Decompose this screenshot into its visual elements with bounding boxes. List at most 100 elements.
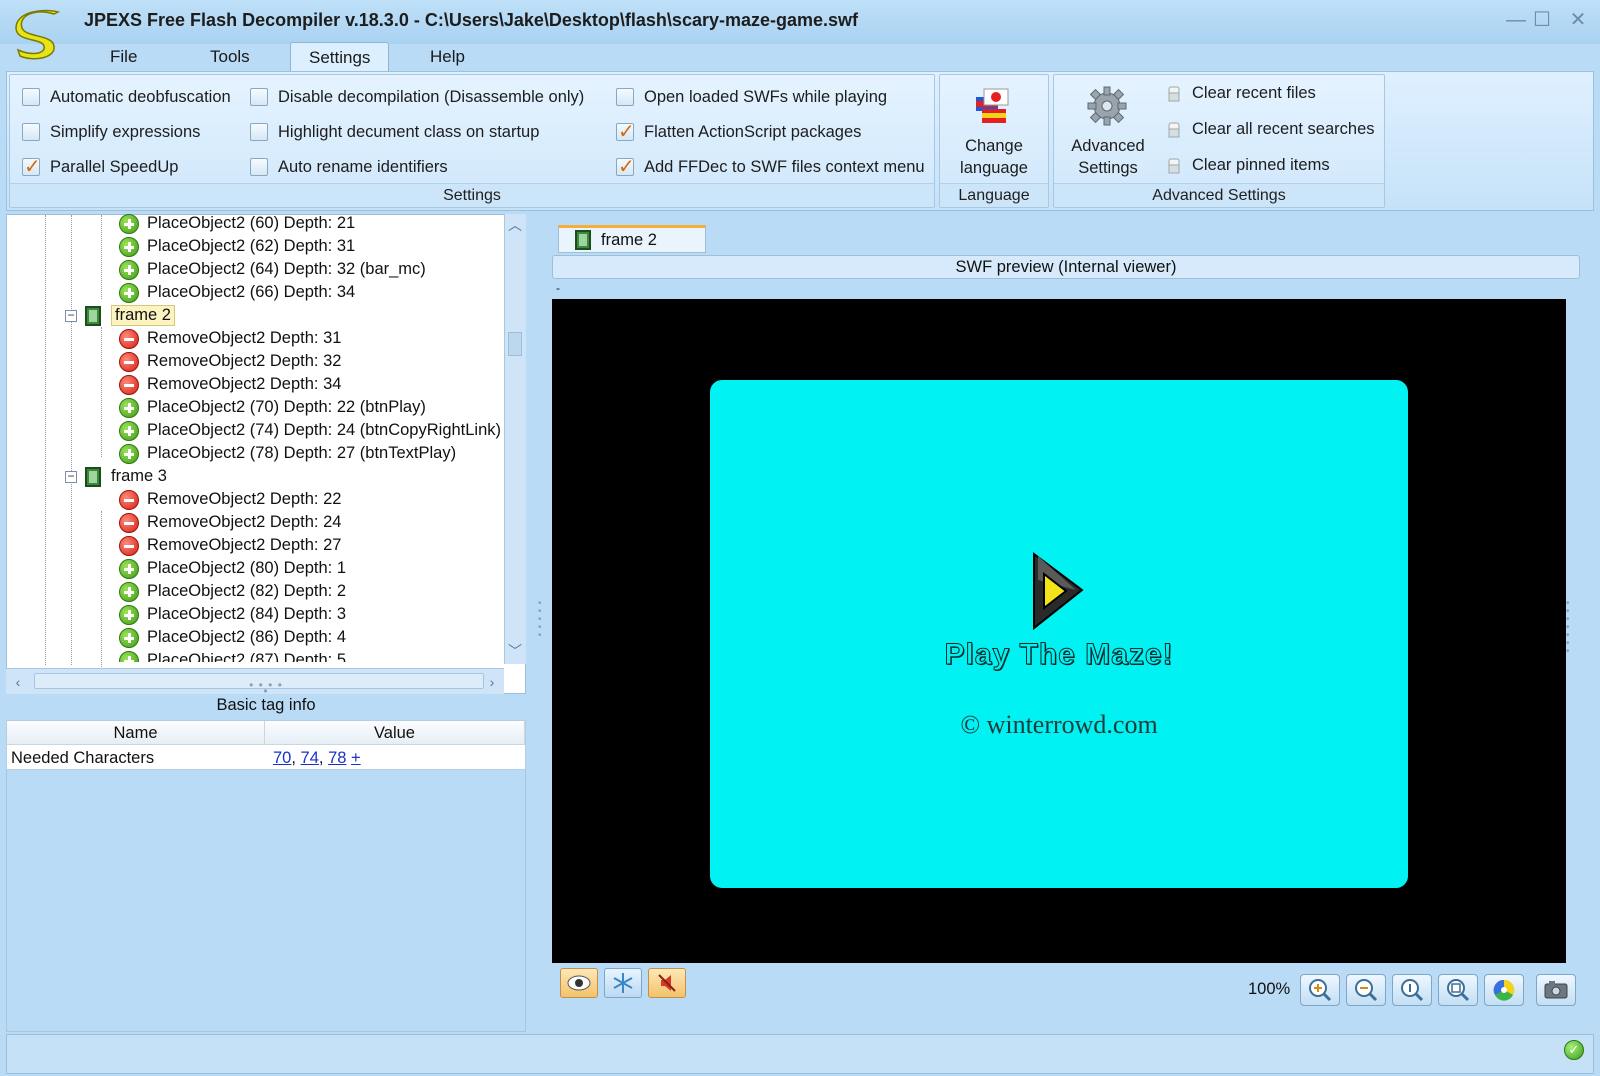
clear-all-recent-searches-label: Clear all recent searches	[1192, 119, 1375, 138]
scroll-left-arrow-icon[interactable]: ‹	[8, 671, 28, 693]
tree-node[interactable]: PlaceObject2 (60) Depth: 21	[119, 212, 355, 235]
tree-node[interactable]: PlaceObject2 (82) Depth: 2	[119, 580, 346, 603]
gear-icon	[1087, 86, 1127, 126]
tree-node[interactable]: PlaceObject2 (86) Depth: 4	[119, 626, 346, 649]
more-characters-link[interactable]: +	[351, 749, 361, 767]
tree-node[interactable]: RemoveObject2 Depth: 27	[119, 534, 341, 557]
tree-node[interactable]: PlaceObject2 (66) Depth: 34	[119, 281, 355, 304]
tree-node-frame-3[interactable]: − frame 3	[65, 465, 167, 488]
background-color-button[interactable]	[1484, 974, 1524, 1006]
frame-icon	[85, 305, 101, 326]
tree-node[interactable]: RemoveObject2 Depth: 31	[119, 327, 341, 350]
add-ffdec-context-menu-checkbox[interactable]: Add FFDec to SWF files context menu	[616, 154, 925, 179]
place-object-icon	[119, 259, 139, 280]
clear-all-recent-searches-button[interactable]: Clear all recent searches	[1164, 117, 1375, 141]
tree-node-label: RemoveObject2 Depth: 22	[147, 490, 342, 508]
advanced-settings-button[interactable]: Advanced Settings	[1058, 79, 1158, 183]
settings-group: Automatic deobfuscation Simplify express…	[9, 74, 935, 208]
tree-node[interactable]: PlaceObject2 (80) Depth: 1	[119, 557, 346, 580]
flash-title-screen[interactable]	[710, 380, 1408, 888]
flatten-actionscript-packages-checkbox[interactable]: Flatten ActionScript packages	[616, 119, 861, 144]
scroll-up-arrow-icon[interactable]: ︿	[505, 214, 525, 236]
right-splitter-handle[interactable]: • • • • • • •	[1566, 599, 1576, 670]
zoom-fit-button[interactable]	[1438, 974, 1478, 1006]
flash-play-text[interactable]: Play The Maze!	[710, 638, 1408, 672]
tree-node[interactable]: PlaceObject2 (87) Depth: 5	[119, 649, 346, 662]
snapshot-button[interactable]	[1536, 974, 1576, 1006]
automatic-deobfuscation-checkbox[interactable]: Automatic deobfuscation	[22, 85, 231, 109]
tree-node[interactable]: PlaceObject2 (74) Depth: 24 (btnCopyRigh…	[119, 419, 501, 442]
zoom-actual-size-button[interactable]	[1392, 974, 1432, 1006]
settings-group-label: Settings	[10, 183, 934, 207]
preview-tab-frame-2[interactable]: frame 2	[558, 225, 706, 253]
tab-tools[interactable]: Tools	[192, 42, 268, 72]
advanced-settings-label-1: Advanced	[1071, 137, 1145, 155]
preview-tab-label: frame 2	[601, 230, 657, 249]
color-wheel-icon	[1493, 979, 1515, 1001]
tree-node-frame-2[interactable]: − frame 2	[65, 304, 175, 327]
maximize-button[interactable]: ☐	[1530, 8, 1554, 32]
tree-node[interactable]: RemoveObject2 Depth: 22	[119, 488, 341, 511]
freeze-button[interactable]	[604, 968, 642, 998]
column-header-value[interactable]: Value	[265, 721, 525, 745]
splitter-handle[interactable]: • • • • •	[246, 679, 286, 697]
tab-file[interactable]: File	[92, 42, 155, 72]
tree-line	[101, 215, 102, 299]
tab-settings[interactable]: Settings	[290, 42, 390, 72]
place-object-icon	[119, 627, 139, 648]
column-header-name[interactable]: Name	[7, 721, 265, 745]
collapse-icon[interactable]: −	[65, 470, 77, 483]
tree-node[interactable]: PlaceObject2 (64) Depth: 32 (bar_mc)	[119, 258, 426, 281]
close-button[interactable]: ✕	[1566, 8, 1590, 32]
disable-decompilation-checkbox[interactable]: Disable decompilation (Disassemble only)	[250, 85, 584, 109]
open-loaded-swfs-checkbox[interactable]: Open loaded SWFs while playing	[616, 85, 887, 109]
tag-tree[interactable]: PlaceObject2 (60) Depth: 21 PlaceObject2…	[6, 212, 526, 694]
zoom-actual-icon	[1401, 979, 1424, 1002]
scroll-thumb[interactable]	[508, 332, 522, 356]
zoom-in-button[interactable]	[1300, 974, 1340, 1006]
tree-node[interactable]: RemoveObject2 Depth: 24	[119, 511, 341, 534]
show-button[interactable]	[560, 968, 598, 998]
tree-vertical-scrollbar[interactable]: ︿ ﹀	[504, 214, 526, 664]
tree-node-label: PlaceObject2 (70) Depth: 22 (btnPlay)	[147, 398, 426, 416]
tree-node[interactable]: PlaceObject2 (62) Depth: 31	[119, 235, 355, 258]
tree-node[interactable]: PlaceObject2 (84) Depth: 3	[119, 603, 346, 626]
place-object-icon	[119, 604, 139, 625]
tree-line	[71, 215, 72, 665]
checkbox-checked-icon	[22, 154, 41, 179]
parallel-speedup-checkbox[interactable]: Parallel SpeedUp	[22, 154, 178, 179]
change-language-button[interactable]: Change language	[940, 79, 1048, 183]
clear-recent-files-button[interactable]: Clear recent files	[1164, 81, 1316, 105]
checkbox-label: Auto rename identifiers	[278, 157, 448, 176]
checkbox-checked-icon	[616, 154, 635, 179]
zoom-out-button[interactable]	[1346, 974, 1386, 1006]
tree-node[interactable]: RemoveObject2 Depth: 32	[119, 350, 341, 373]
place-object-icon	[119, 236, 139, 257]
minimize-button[interactable]: —	[1504, 8, 1528, 32]
mute-button[interactable]	[648, 968, 686, 998]
tree-node-label: frame 2	[111, 305, 175, 326]
scroll-right-arrow-icon[interactable]: ›	[482, 671, 502, 693]
collapse-icon[interactable]: −	[65, 309, 77, 322]
tab-help[interactable]: Help	[412, 42, 483, 72]
tree-node[interactable]: PlaceObject2 (70) Depth: 22 (btnPlay)	[119, 396, 426, 419]
tree-node[interactable]: PlaceObject2 (78) Depth: 27 (btnTextPlay…	[119, 442, 456, 465]
advanced-settings-label-2: Settings	[1078, 159, 1138, 177]
play-button-icon[interactable]	[1030, 550, 1086, 632]
flash-copyright-link[interactable]: © winterrowd.com	[710, 710, 1408, 740]
vertical-splitter-handle[interactable]: • • • • •	[538, 599, 548, 650]
tree-node-label: RemoveObject2 Depth: 27	[147, 536, 342, 554]
clear-recent-files-label: Clear recent files	[1192, 83, 1316, 102]
clear-pinned-items-button[interactable]: Clear pinned items	[1164, 153, 1330, 177]
swf-preview-header: SWF preview (Internal viewer)	[552, 255, 1580, 279]
scroll-down-arrow-icon[interactable]: ﹀	[505, 640, 525, 662]
simplify-expressions-checkbox[interactable]: Simplify expressions	[22, 120, 200, 144]
character-link-74[interactable]: 74	[301, 749, 319, 767]
tree-node-label: RemoveObject2 Depth: 32	[147, 352, 342, 370]
highlight-document-class-checkbox[interactable]: Highlight decument class on startup	[250, 120, 539, 144]
tree-node[interactable]: RemoveObject2 Depth: 34	[119, 373, 341, 396]
character-link-78[interactable]: 78	[328, 749, 346, 767]
character-link-70[interactable]: 70	[273, 749, 291, 767]
auto-rename-identifiers-checkbox[interactable]: Auto rename identifiers	[250, 155, 448, 179]
eraser-icon	[1168, 158, 1180, 174]
